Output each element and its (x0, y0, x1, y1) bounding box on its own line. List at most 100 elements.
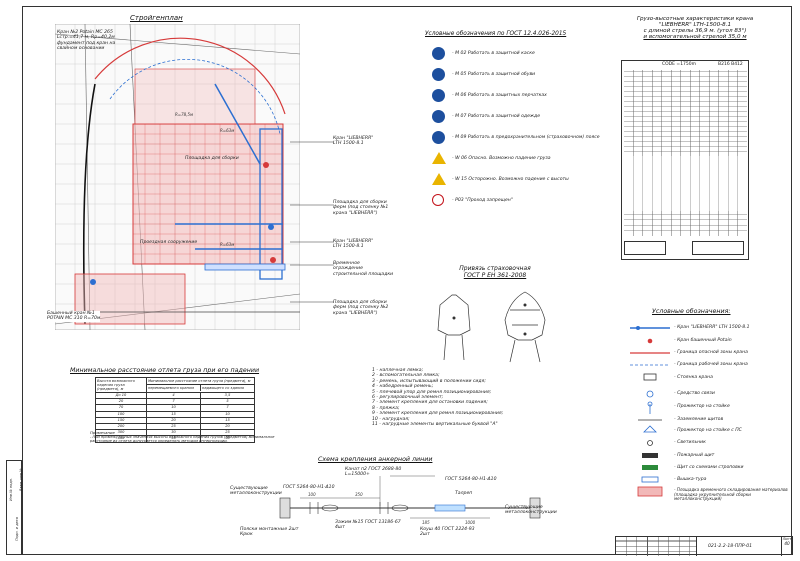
anchor-label-existing: Существующие металлоконструкции (230, 486, 282, 497)
dim-label: 350 (355, 492, 363, 497)
leader-lines (290, 141, 334, 303)
plan-label-crane1: Башенный кран №1 POTAIN MC 310 R=70м (47, 311, 101, 322)
title-block: 021-2.2-18-ППР-01 Лист 40 (615, 536, 793, 556)
gost-legend-title: Условные обозначения по ГОСТ 12.4.026-20… (425, 31, 567, 37)
falling-load-icon (432, 152, 446, 164)
dim-label: R=63м (220, 128, 234, 133)
min-distance-title: Минимальное расстояние отлета груза при … (70, 367, 260, 374)
table-cell: 10 (225, 411, 230, 416)
anchor-label-thimble: Коуш 40 ГОСТ 2224-93 2шт (420, 527, 475, 538)
legend-item: - Прожектор на стойке (674, 404, 730, 409)
fall-hazard-icon (432, 173, 446, 185)
site-plan: R=63м R=78,5м R=63м (55, 24, 300, 330)
legend-item: - Заземление щитов (674, 417, 724, 422)
anchor-title: Схема крепления анкерной линии (318, 456, 433, 463)
table-cell: 25 (147, 423, 201, 430)
legend-item: - Граница рабочей зоны крана (674, 362, 748, 367)
right-legend-title: Условные обозначения: (652, 308, 731, 315)
legend-row: - М 07 Работать в защитной одежде (432, 110, 622, 126)
legend-row: - М 05 Работать в защитной обуви (432, 68, 622, 84)
legend-item: - Граница опасной зоны крана (674, 350, 748, 355)
legend-item: - Пожарный щит (674, 453, 715, 458)
plan-title: Стройгенплан (130, 14, 183, 22)
table-cell: 4 (147, 393, 201, 399)
plan-label-fence: Временное ограждение строительной площадки (333, 261, 394, 277)
right-legend-symbols (630, 326, 670, 497)
sheet-number-cell: Лист 40 (781, 537, 792, 556)
plan-label-crane2: Кран №2 Potain MC 265 Lстр.=41,7 м, Rр=40… (57, 30, 116, 52)
plan-label-passage: Проездная сооружение (140, 240, 198, 245)
table-cell: 15 (147, 411, 201, 417)
min-distance-note: Примечание - При промежуточных значениях… (90, 430, 275, 444)
table-cell: 5 (226, 399, 229, 404)
legend-row: - Р03 "Проход запрещен" (432, 194, 622, 210)
table-cell: 200 (96, 423, 147, 430)
table-cell: 20 (225, 423, 230, 428)
dim-label: R=63м (220, 242, 234, 247)
dim-label: 185 (422, 520, 430, 525)
load-chart-table (624, 70, 747, 156)
dim-label: 1000 (465, 520, 476, 525)
load-chart-code: В216 В412 (718, 62, 743, 67)
table-cell: 3,5 (224, 393, 231, 397)
anchor-label-turnbuckle: Талреп (455, 491, 473, 496)
anchor-label-rope: Канат п2 ГОСТ 2688-80 L=15000+ (345, 467, 402, 478)
table-cell: 150 (96, 417, 147, 423)
legend-row: - W 15 Осторожно. Возможно падение с выс… (432, 173, 622, 189)
harness-icon (432, 131, 445, 144)
load-chart-box (692, 241, 744, 255)
legend-row: - М 06 Работать в защитных перчатках (432, 89, 622, 105)
dim-label: 100 (308, 492, 316, 497)
legend-item: - Стоянка крана (674, 375, 713, 380)
no-entry-icon (432, 194, 444, 206)
legend-row: - W 06 Опасно. Возможно падение груза (432, 152, 622, 168)
strip-label: Взам. инв.№ (19, 468, 23, 491)
plan-label-assembly: Площадка для сборки (185, 156, 239, 161)
dim-label: R=78,5м (175, 112, 193, 117)
harness-title: Привязь страховочная ГОСТ Р ЕН 361-2008 (459, 265, 531, 279)
anchor-label-existing2: Существующие металлоконструкции (505, 505, 557, 516)
table-subheader: падающего со здания (202, 386, 244, 390)
gost-legend: - М 02 Работать в защитной каске - М 05 … (432, 47, 632, 217)
table-cell: 70 (96, 405, 147, 411)
legend-row: - М 02 Работать в защитной каске (432, 47, 622, 63)
anchor-label-weld: ГОСТ 5264-80-Н1-Δ10 (283, 485, 335, 490)
table-header: Минимальное расстояние отлета груза (пре… (147, 378, 254, 385)
right-legend: - Кран "LIEBHERR" LTH 1500-8.1 - Кран ба… (628, 322, 793, 501)
anchor-label-weld2: ГОСТ 5264-80-Н1-Δ10 (445, 477, 497, 482)
table-cell: 7 (226, 405, 229, 410)
table-cell: 20 (147, 417, 201, 423)
gloves-icon (432, 89, 445, 102)
legend-item: - Площадка временного складирования мате… (674, 487, 788, 502)
harness-parts: 1 - наплечная лямка; 2 - вспомогательная… (372, 368, 504, 428)
table-cell: 100 (96, 411, 147, 417)
table-cell: 7 (147, 399, 201, 405)
strip-label: Инв.№ подл. (9, 477, 13, 501)
clothing-icon (432, 110, 445, 123)
load-chart-columns (624, 156, 747, 211)
legend-item: - Светильник (674, 440, 706, 445)
load-chart-header: CODE =1750m (662, 62, 697, 67)
load-chart: CODE =1750m В216 В412 (621, 60, 749, 260)
title-block-cells (616, 537, 697, 556)
table-header: Высота возможного падения груза (предмет… (96, 378, 147, 392)
anchor-label-clamp: Зажим №15 ГОСТ 13186-67 4шт (335, 520, 401, 531)
helmet-icon (432, 47, 445, 60)
load-chart-box (624, 241, 666, 255)
legend-item: - Кран "LIEBHERR" LTH 1500-8.1 (674, 325, 750, 330)
plan-label-assembly1: Площадка для сборки ферм (под стоянку №1 к… (333, 200, 389, 216)
table-subheader: перемещаемого краном (147, 385, 201, 391)
plan-label-liebherr1: Кран "LIEBHERR" LTH 1500-8.1 (333, 136, 374, 147)
anchor-label-belts: Пояски монтажные 2шт Крюк (240, 527, 299, 538)
table-cell: До 10 (96, 393, 147, 399)
harness-drawing (437, 291, 546, 363)
drawing-sheet: Инв.№ подл. Подп. и дата Взам. инв.№ Стр… (0, 0, 800, 561)
plan-label-assembly2: Площадка для сборки ферм (под стоянку №2 к… (333, 300, 389, 316)
drawing-code: 021-2.2-18-ППР-01 (708, 544, 753, 549)
crane-chart-title: Грузо-высотные характеристики крана "LIE… (636, 16, 754, 40)
legend-row: - М 09 Работать в предохранительном (стр… (432, 131, 622, 147)
table-cell: 20 (96, 399, 147, 405)
legend-item: - Щит со схемами строповки (674, 465, 744, 470)
legend-item: - Средство связи (674, 391, 715, 396)
legend-item: - Прожектор на стойке с ПС (674, 428, 742, 433)
